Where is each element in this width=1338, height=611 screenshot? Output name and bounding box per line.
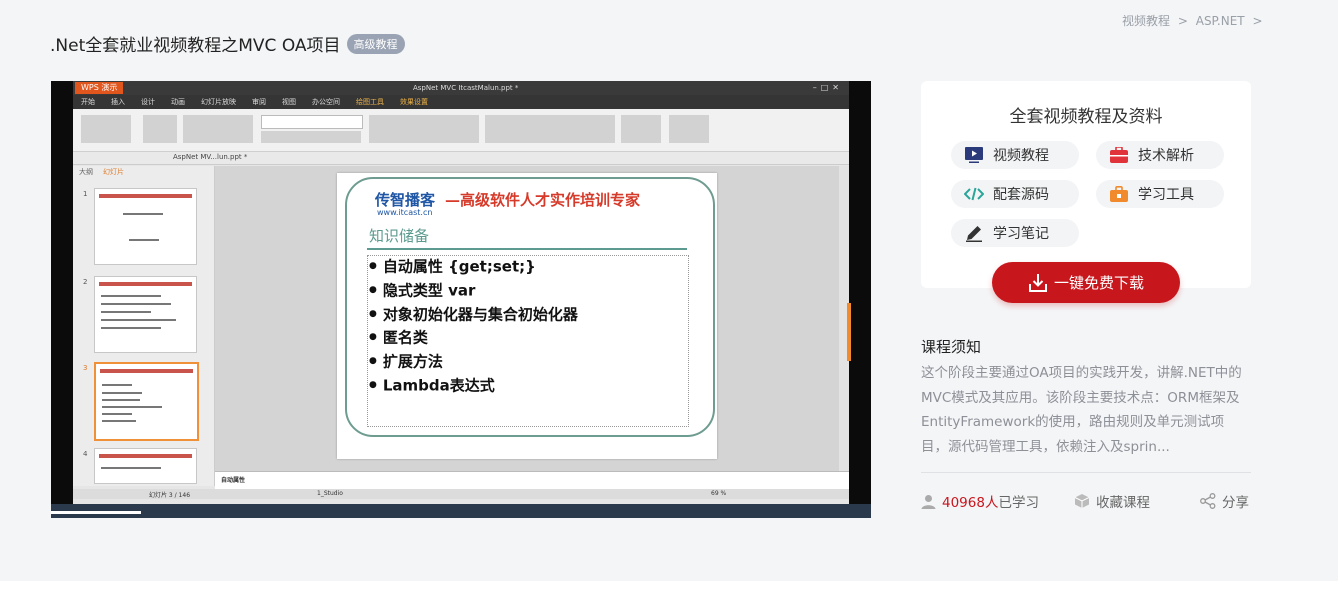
wps-document-tabs: AspNet MV...lun.ppt * (73, 152, 849, 165)
share-label: 分享 (1222, 495, 1249, 511)
status-theme: 1_Studio (317, 490, 343, 497)
course-notice-title: 课程须知 (921, 338, 982, 356)
status-zoom: 69 % (711, 490, 727, 497)
video-player[interactable]: WPS 演示 AspNet MVC ItcastMalun.ppt * –□✕ … (51, 81, 871, 518)
slide-thumbnail (94, 448, 197, 484)
slide-bullet: Lambda表达式 (369, 374, 578, 398)
pencil-icon (963, 222, 985, 244)
slide-bullet: 扩展方法 (369, 350, 578, 374)
thumb-number: 2 (83, 278, 88, 286)
breadcrumb-separator: > (1177, 14, 1188, 28)
slide-thumbnail (94, 276, 197, 353)
code-icon (963, 183, 985, 205)
tag-study-notes[interactable]: 学习笔记 (951, 219, 1079, 247)
tag-label: 配套源码 (993, 187, 1049, 203)
page-title: .Net全套就业视频教程之MVC OA项目 高级教程 (50, 31, 405, 56)
wps-menu-item: 绘图工具 (356, 98, 384, 106)
briefcase-icon (1108, 144, 1130, 166)
user-icon (921, 494, 936, 509)
slide-bullet-list: 自动属性 {get;set;} 隐式类型 var 对象初始化器与集合初始化器 匿… (369, 255, 578, 398)
wps-app-name: WPS 演示 (75, 82, 124, 94)
wps-doc-tab: AspNet MV...lun.ppt * (173, 153, 248, 161)
slide-logo-url: www.itcast.cn (377, 208, 433, 217)
slide-section-title: 知识储备 (369, 227, 430, 245)
tag-label: 学习笔记 (993, 226, 1049, 242)
wps-menu-item: 插入 (111, 98, 125, 106)
breadcrumb-link-video[interactable]: 视频教程 (1122, 14, 1170, 28)
tag-source-code[interactable]: 配套源码 (951, 180, 1079, 208)
download-icon (1028, 273, 1048, 293)
course-title: .Net全套就业视频教程之MVC OA项目 (50, 36, 341, 56)
favorite-course-button[interactable]: 收藏课程 (1074, 491, 1150, 511)
resources-card: 全套视频教程及资料 视频教程 技术解析 配套源码 学习工具 学习笔记 (921, 81, 1251, 288)
slide-section-underline (367, 248, 687, 250)
toolbox-icon (1108, 183, 1130, 205)
video-edge-marker (847, 303, 851, 361)
tag-label: 技术解析 (1138, 148, 1194, 164)
slide-bullet: 对象初始化器与集合初始化器 (369, 303, 578, 327)
level-badge: 高级教程 (346, 33, 405, 54)
free-download-button[interactable]: 一键免费下载 (992, 262, 1180, 303)
video-taskbar (51, 504, 871, 518)
wps-panel-tabs: 大纲 幻灯片 (73, 166, 214, 178)
wps-menu-item: 效果设置 (400, 98, 428, 106)
slide-logo: 传智播客 (375, 191, 436, 209)
wps-slide-canvas: 传智播客 www.itcast.cn —高级软件人才实作培训专家 知识储备 自动… (215, 166, 849, 471)
wps-menu-item: 办公空间 (312, 98, 340, 106)
tag-label: 视频教程 (993, 148, 1049, 164)
slide-bullet: 自动属性 {get;set;} (369, 255, 578, 279)
thumb-number: 1 (83, 190, 88, 198)
status-slide-count: 幻灯片 3 / 146 (149, 492, 191, 499)
window-controls-icon: –□✕ (812, 83, 843, 92)
cube-icon (1074, 494, 1090, 508)
wps-notes-pane: 自动属性 (215, 471, 849, 490)
wps-menu-item: 开始 (81, 98, 95, 106)
tag-tech-analysis[interactable]: 技术解析 (1096, 141, 1224, 169)
slide-thumbnail-selected (94, 362, 199, 441)
wps-menu-item: 视图 (282, 98, 296, 106)
learners-count: 40968人 已学习 (921, 491, 1039, 511)
wps-slide-panel: 大纲 幻灯片 1 2 3 4 (73, 166, 215, 486)
wps-panel-tab: 大纲 (79, 168, 93, 176)
breadcrumb-separator: > (1252, 14, 1263, 28)
slide: 传智播客 www.itcast.cn —高级软件人才实作培训专家 知识储备 自动… (337, 173, 717, 459)
wps-menu-item: 动画 (171, 98, 185, 106)
wps-menu-item: 幻灯片放映 (201, 98, 236, 106)
tag-video-tutorial[interactable]: 视频教程 (951, 141, 1079, 169)
learners-suffix: 已学习 (998, 495, 1039, 511)
wps-menu-item: 设计 (141, 98, 155, 106)
notes-text: 自动属性 (221, 477, 246, 484)
wps-titlebar: WPS 演示 AspNet MVC ItcastMalun.ppt * –□✕ (73, 81, 849, 95)
download-label: 一键免费下载 (1053, 274, 1144, 292)
slide-thumbnail (94, 188, 197, 265)
wps-file-name: AspNet MVC ItcastMalun.ppt * (413, 84, 519, 92)
slide-bullet: 隐式类型 var (369, 279, 578, 303)
favorite-label: 收藏课程 (1096, 495, 1150, 511)
share-icon (1200, 493, 1216, 509)
tag-study-tools[interactable]: 学习工具 (1096, 180, 1224, 208)
video-frame-wps-window: WPS 演示 AspNet MVC ItcastMalun.ppt * –□✕ … (73, 81, 849, 511)
resources-title: 全套视频教程及资料 (1009, 107, 1163, 127)
slide-bullet: 匿名类 (369, 326, 578, 350)
wps-status-bar: 幻灯片 3 / 146 1_Studio 69 % (73, 489, 849, 499)
video-icon (963, 144, 985, 166)
wps-menu-bar: 开始 插入 设计 动画 幻灯片放映 审阅 视图 办公空间 绘图工具 效果设置 (73, 95, 849, 109)
breadcrumb-link-aspnet[interactable]: ASP.NET (1196, 14, 1245, 28)
wps-panel-tab: 幻灯片 (103, 168, 124, 176)
share-button[interactable]: 分享 (1200, 491, 1249, 511)
divider (921, 472, 1251, 473)
thumb-number: 3 (83, 364, 88, 372)
video-progress-bar[interactable] (51, 511, 141, 514)
course-notice-text: 这个阶段主要通过OA项目的实践开发，讲解.NET中的MVC模式及其应用。该阶段主… (921, 365, 1242, 455)
thumb-number: 4 (83, 450, 88, 458)
slide-slogan: —高级软件人才实作培训专家 (445, 191, 641, 209)
tag-label: 学习工具 (1138, 187, 1194, 203)
breadcrumb: 视频教程 > ASP.NET > (1122, 12, 1267, 29)
wps-ribbon (73, 109, 849, 152)
learners-number: 40968人 (942, 495, 999, 511)
wps-menu-item: 审阅 (252, 98, 266, 106)
